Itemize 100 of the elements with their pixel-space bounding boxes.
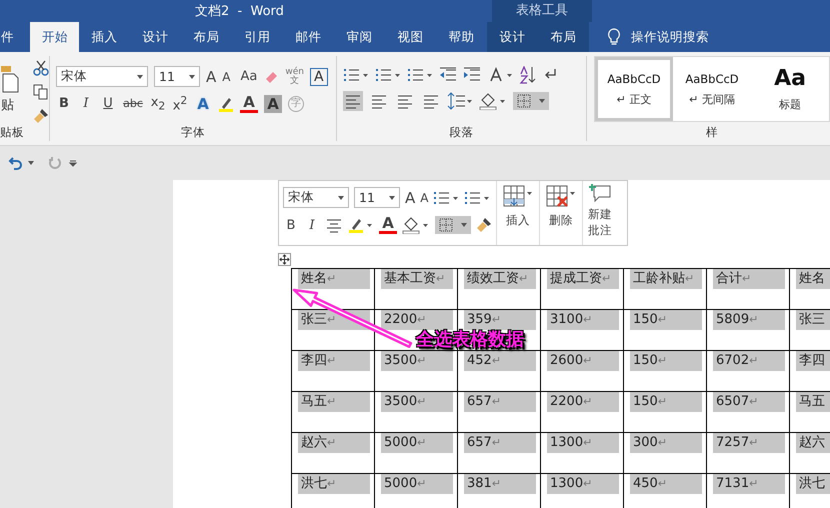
phonetic-guide-button[interactable]: wén 文 — [285, 68, 304, 86]
ribbon-tab[interactable]: 件 — [0, 22, 22, 52]
italic-button[interactable]: I — [304, 218, 320, 232]
highlighter-icon[interactable] — [218, 96, 234, 112]
table-cell: 赵六 — [796, 433, 830, 453]
align-icon[interactable] — [343, 91, 364, 111]
center-align-icon[interactable] — [325, 217, 343, 233]
table-cell: 2200↵ — [381, 310, 453, 330]
style-item[interactable]: Aa 标题 — [751, 57, 829, 121]
format-button[interactable]: B — [56, 96, 72, 112]
ribbon-tab[interactable]: 邮件 — [283, 22, 334, 52]
format-button[interactable]: abc — [122, 97, 144, 110]
ribbon-tab[interactable]: 布局 — [538, 22, 589, 52]
table-cell: 452↵ — [464, 351, 536, 371]
new-comment-button[interactable]: 新建批注 — [583, 181, 618, 245]
table-header-cell: 合计↵ — [713, 269, 785, 289]
tell-me-search[interactable]: 操作说明搜索 — [631, 28, 709, 46]
window-title: 文档2 - Word — [194, 3, 284, 20]
font-size-field[interactable]: 11 — [354, 187, 400, 208]
decrease-indent-icon[interactable] — [439, 67, 458, 83]
comment-icon — [588, 183, 612, 203]
grow-font-button[interactable]: A — [405, 188, 416, 206]
font-name-field[interactable]: 宋体 — [56, 66, 148, 87]
list-icon[interactable] — [433, 190, 460, 206]
lightbulb-icon[interactable] — [607, 28, 621, 46]
table-cell: 5000↵ — [381, 433, 453, 453]
table-cell: 2200↵ — [547, 392, 619, 412]
borders-button[interactable] — [435, 216, 471, 234]
insert-table-icon — [503, 185, 533, 209]
format-button[interactable]: I — [78, 96, 94, 112]
list-icon[interactable] — [464, 190, 490, 206]
shrink-font-button[interactable]: A — [420, 190, 428, 204]
ribbon-tab[interactable]: 布局 — [181, 22, 232, 52]
table-cell: 150↵ — [630, 392, 702, 412]
list-icon[interactable] — [407, 67, 434, 83]
character-shading-button[interactable]: A — [264, 94, 282, 113]
table-cell: 李四↵ — [298, 351, 370, 371]
ribbon-tab[interactable]: 设计 — [487, 22, 538, 52]
format-painter-icon[interactable] — [33, 108, 49, 124]
line-spacing-icon[interactable] — [447, 92, 474, 110]
format-painter-icon[interactable] — [476, 217, 492, 233]
ribbon-tab[interactable]: 开始 — [30, 22, 79, 52]
text-effect-button[interactable]: A — [194, 94, 212, 113]
style-item[interactable]: AaBbCcD ↵ 无间隔 — [673, 57, 751, 121]
table-cell: 657↵ — [464, 392, 536, 412]
font-color-button[interactable]: A — [379, 216, 397, 234]
table-cell: 李四 — [796, 351, 830, 371]
list-icon[interactable] — [375, 67, 402, 83]
undo-icon[interactable] — [8, 156, 22, 170]
ribbon-tab[interactable]: 审阅 — [334, 22, 385, 52]
character-border-button[interactable]: A — [310, 68, 328, 86]
paint-bucket-icon[interactable] — [402, 216, 430, 234]
list-icon[interactable] — [343, 67, 370, 83]
grow-font-button[interactable]: A — [206, 68, 216, 86]
table-cell: 5809↵ — [713, 310, 785, 330]
table-header-cell: 姓名↵ — [298, 269, 370, 289]
table-cell: 381↵ — [464, 474, 536, 494]
table-cell: 657↵ — [464, 433, 536, 453]
change-case-button[interactable]: Aa — [240, 69, 258, 84]
scissors-icon[interactable] — [33, 60, 49, 76]
table-cell: 7257↵ — [713, 433, 785, 453]
customize-toolbar-icon[interactable] — [68, 158, 78, 168]
font-size-field[interactable]: 11 — [154, 66, 200, 87]
sort-icon[interactable] — [519, 66, 538, 84]
highlighter-icon[interactable] — [348, 217, 374, 233]
context-title: 表格工具 — [492, 0, 592, 22]
table-move-handle-icon[interactable] — [278, 253, 291, 266]
bold-button[interactable]: B — [283, 218, 299, 232]
table-cell: 300↵ — [630, 433, 702, 453]
borders-icon — [439, 218, 453, 232]
ribbon-tab[interactable]: 引用 — [232, 22, 283, 52]
ribbon-tab[interactable]: 视图 — [385, 22, 436, 52]
table-cell: 3100↵ — [547, 310, 619, 330]
table-header-cell: 绩效工资↵ — [464, 269, 536, 289]
table-cell: 3500↵ — [381, 351, 453, 371]
borders-icon — [517, 94, 532, 108]
font-name-field[interactable]: 宋体 — [283, 187, 349, 208]
table-cell: 150↵ — [630, 310, 702, 330]
ribbon-tab[interactable]: 插入 — [79, 22, 130, 52]
table-cell: 洪七↵ — [298, 474, 370, 494]
table-cell: 450↵ — [630, 474, 702, 494]
font-color-button[interactable]: A — [240, 94, 258, 113]
ribbon-tab[interactable]: 设计 — [130, 22, 181, 52]
increase-indent-icon[interactable] — [463, 67, 482, 83]
table-cell: 张三 — [796, 310, 830, 330]
style-item[interactable]: AaBbCcD ↵ 正文 — [595, 57, 673, 121]
format-button[interactable]: x$_{2}$ — [150, 94, 166, 112]
ribbon-tab[interactable]: 帮助 — [436, 22, 487, 52]
insert-button[interactable]: 插入 — [497, 181, 540, 245]
table-cell: 马五↵ — [298, 392, 370, 412]
delete-button[interactable]: 删除 — [540, 181, 583, 245]
copy-icon[interactable] — [33, 84, 49, 100]
format-button[interactable]: x$^{2}$ — [172, 94, 188, 114]
format-button[interactable]: U — [100, 96, 116, 112]
shrink-font-button[interactable]: A — [222, 70, 230, 84]
group-label: 贴板 — [0, 125, 25, 141]
borders-button[interactable] — [513, 92, 550, 110]
paste-button[interactable]: 贴 — [1, 96, 19, 114]
paint-bucket-icon[interactable] — [479, 92, 508, 110]
table-cell: 5000↵ — [381, 474, 453, 494]
